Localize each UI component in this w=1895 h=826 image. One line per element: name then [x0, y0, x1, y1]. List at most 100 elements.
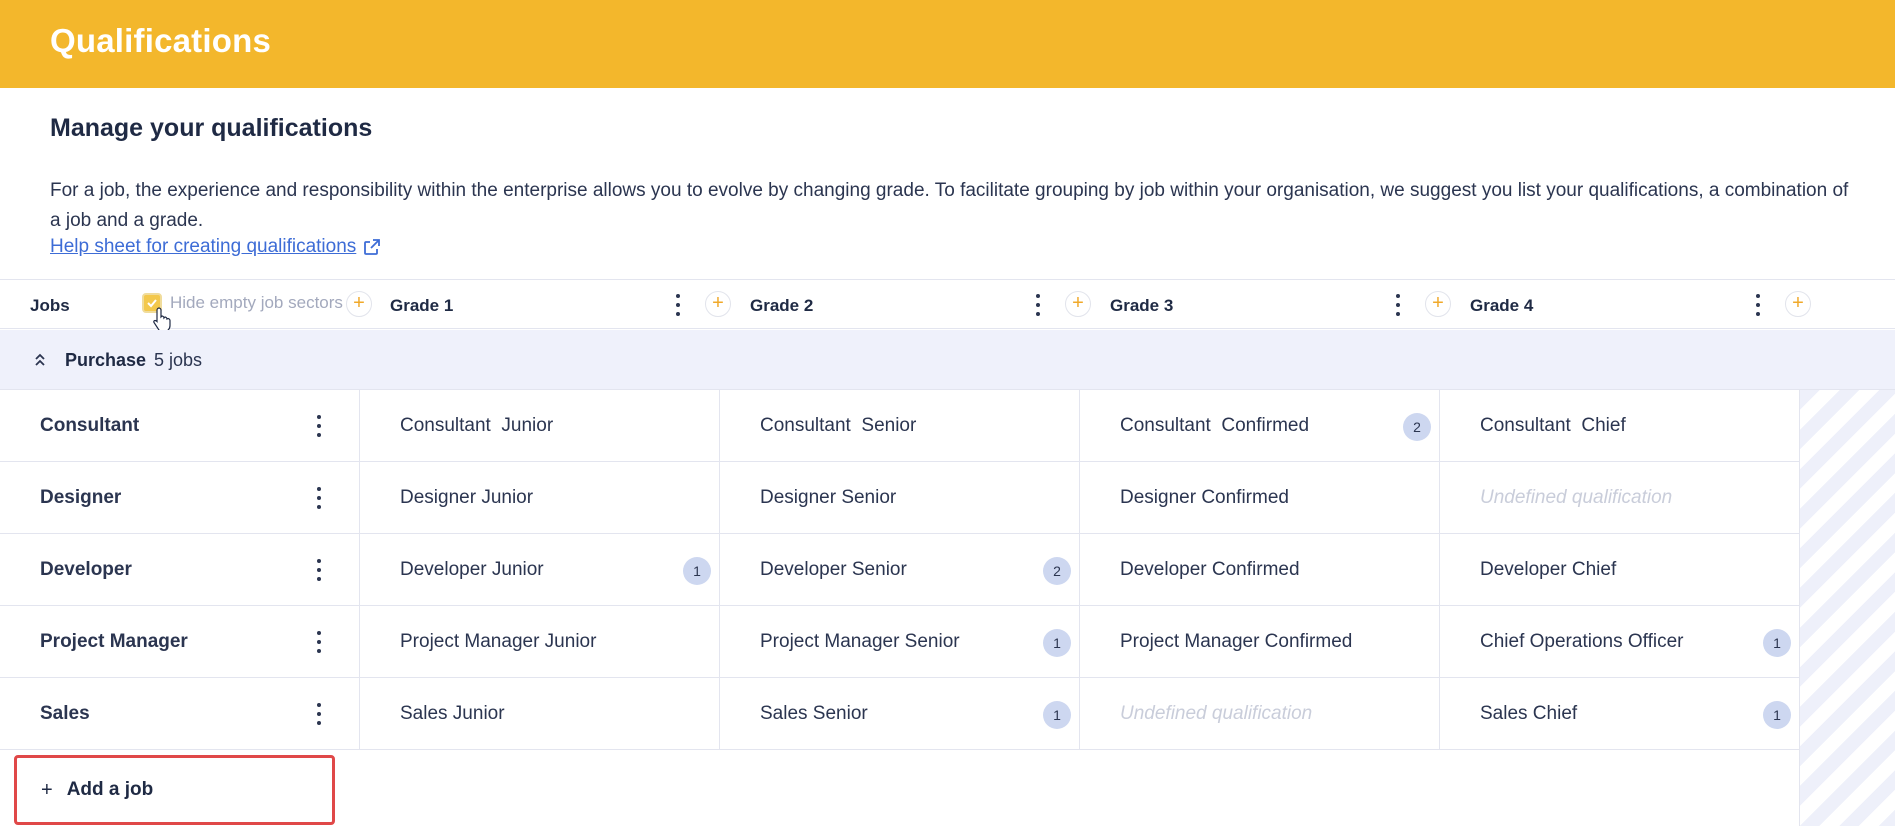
job-name: Designer [40, 487, 122, 508]
job-options-menu-icon[interactable] [314, 487, 324, 509]
employee-count-badge: 1 [1043, 629, 1071, 657]
qualification-cell-undefined[interactable]: Undefined qualification [1440, 462, 1800, 534]
qualification-cell[interactable]: Designer Senior [720, 462, 1080, 534]
qualification-cell[interactable]: Consultant Senior [720, 390, 1080, 462]
undefined-qualification-label: Undefined qualification [1480, 487, 1673, 508]
qualification-label: Consultant Senior [760, 415, 917, 436]
qualification-cell[interactable]: Designer Confirmed [1080, 462, 1440, 534]
grade-column-header: Grade 2 [720, 280, 1080, 330]
job-row: Sales Sales Junior Sales Senior 1 Undefin… [0, 678, 1800, 750]
grade-label: Grade 2 [750, 296, 814, 315]
qualification-cell[interactable]: Project Manager Confirmed [1080, 606, 1440, 678]
job-options-menu-icon[interactable] [314, 559, 324, 581]
external-link-icon [364, 239, 381, 255]
qualification-cell[interactable]: Sales Senior 1 [720, 678, 1080, 750]
grade-column-header: Grade 3 [1080, 280, 1440, 330]
qualification-cell[interactable]: Project Manager Junior [360, 606, 720, 678]
grade-label: Grade 4 [1470, 296, 1534, 315]
help-link-label: Help sheet for creating qualifications [50, 236, 357, 257]
qualification-cell-undefined[interactable]: Undefined qualification [1080, 678, 1440, 750]
job-options-menu-icon[interactable] [314, 415, 324, 437]
grade-options-menu-icon[interactable] [1753, 294, 1763, 316]
job-options-menu-icon[interactable] [314, 703, 324, 725]
employee-count-badge: 1 [1043, 701, 1071, 729]
hide-empty-toggle[interactable]: Hide empty job sectors [142, 293, 343, 313]
sector-name: Purchase [65, 350, 147, 370]
employee-count-badge: 1 [1763, 701, 1791, 729]
job-row: Developer Developer Junior 1 Developer Se… [0, 534, 1800, 606]
jobs-column-label: Jobs [30, 296, 70, 315]
job-row: Project Manager Project Manager Junior P… [0, 606, 1800, 678]
qualification-cell[interactable]: Sales Junior [360, 678, 720, 750]
qualification-cell[interactable]: Project Manager Senior 1 [720, 606, 1080, 678]
qualification-label: Developer Chief [1480, 559, 1617, 580]
section-heading: Manage your qualifications [50, 114, 373, 142]
employee-count-badge: 1 [683, 557, 711, 585]
sector-job-count: 5 jobs [154, 350, 203, 370]
collapse-chevron-icon[interactable] [33, 352, 47, 368]
qualification-label: Project Manager Confirmed [1120, 631, 1353, 652]
add-grade-button[interactable]: + [1785, 291, 1811, 317]
job-name: Developer [40, 559, 132, 580]
qualification-cell[interactable]: Consultant Junior [360, 390, 720, 462]
grade-column-header: Grade 1 [360, 280, 720, 330]
job-cell: Sales [0, 678, 360, 750]
hide-empty-label: Hide empty job sectors [170, 293, 343, 312]
employee-count-badge: 2 [1043, 557, 1071, 585]
qualification-label: Sales Junior [400, 703, 505, 724]
qualification-cell[interactable]: Chief Operations Officer 1 [1440, 606, 1800, 678]
job-cell: Designer [0, 462, 360, 534]
qualification-cell[interactable]: Designer Junior [360, 462, 720, 534]
qualification-label: Consultant Chief [1480, 415, 1626, 436]
qualification-cell[interactable]: Consultant Confirmed 2 [1080, 390, 1440, 462]
job-options-menu-icon[interactable] [314, 631, 324, 653]
employee-count-badge: 2 [1403, 413, 1431, 441]
qualification-label: Sales Senior [760, 703, 868, 724]
employee-count-badge: 1 [1763, 629, 1791, 657]
qualification-cell[interactable]: Sales Chief 1 [1440, 678, 1800, 750]
sector-row[interactable]: Purchase 5 jobs [0, 330, 1895, 390]
job-row: Designer Designer Junior Designer Senior… [0, 462, 1800, 534]
job-name: Project Manager [40, 631, 188, 652]
job-row: Consultant Consultant Junior Consultant … [0, 390, 1800, 462]
qualification-label: Designer Junior [400, 487, 534, 508]
job-name: Consultant [40, 415, 140, 436]
qualification-label: Designer Confirmed [1120, 487, 1289, 508]
add-job-button[interactable]: + Add a job [14, 755, 335, 825]
qualification-label: Sales Chief [1480, 703, 1578, 724]
qualification-cell[interactable]: Developer Chief [1440, 534, 1800, 606]
intro-description: For a job, the experience and responsibi… [50, 180, 1849, 231]
grade-options-menu-icon[interactable] [673, 294, 683, 316]
top-bar: Qualifications [0, 0, 1895, 88]
qualification-label: Developer Senior [760, 559, 907, 580]
job-name: Sales [40, 703, 90, 724]
qualification-label: Developer Confirmed [1120, 559, 1300, 580]
table-header-row: Jobs Hide empty job sectors + Grade 1 + … [0, 279, 1895, 329]
qualification-label: Designer Senior [760, 487, 897, 508]
plus-icon: + [41, 778, 53, 801]
grade-label: Grade 1 [390, 296, 454, 315]
job-cell: Project Manager [0, 606, 360, 678]
grade-options-menu-icon[interactable] [1393, 294, 1403, 316]
page-title: Qualifications [50, 22, 272, 59]
qualification-label: Developer Junior [400, 559, 544, 580]
qualification-label: Consultant Junior [400, 415, 554, 436]
undefined-qualification-label: Undefined qualification [1120, 703, 1313, 724]
striped-empty-column [1799, 390, 1895, 826]
qualification-cell[interactable]: Developer Senior 2 [720, 534, 1080, 606]
grade-column-header: Grade 4 [1440, 280, 1800, 330]
qualification-label: Project Manager Junior [400, 631, 597, 652]
mouse-cursor-icon [153, 307, 171, 332]
job-cell: Consultant [0, 390, 360, 462]
grade-options-menu-icon[interactable] [1033, 294, 1043, 316]
help-sheet-link[interactable]: Help sheet for creating qualifications [50, 236, 382, 258]
grade-label: Grade 3 [1110, 296, 1174, 315]
job-cell: Developer [0, 534, 360, 606]
qualification-label: Consultant Confirmed [1120, 415, 1310, 436]
add-job-label: Add a job [66, 779, 154, 800]
qualification-label: Project Manager Senior [760, 631, 960, 652]
qualification-cell[interactable]: Developer Junior 1 [360, 534, 720, 606]
qualification-cell[interactable]: Consultant Chief [1440, 390, 1800, 462]
qualification-label: Chief Operations Officer [1480, 631, 1684, 652]
qualification-cell[interactable]: Developer Confirmed [1080, 534, 1440, 606]
